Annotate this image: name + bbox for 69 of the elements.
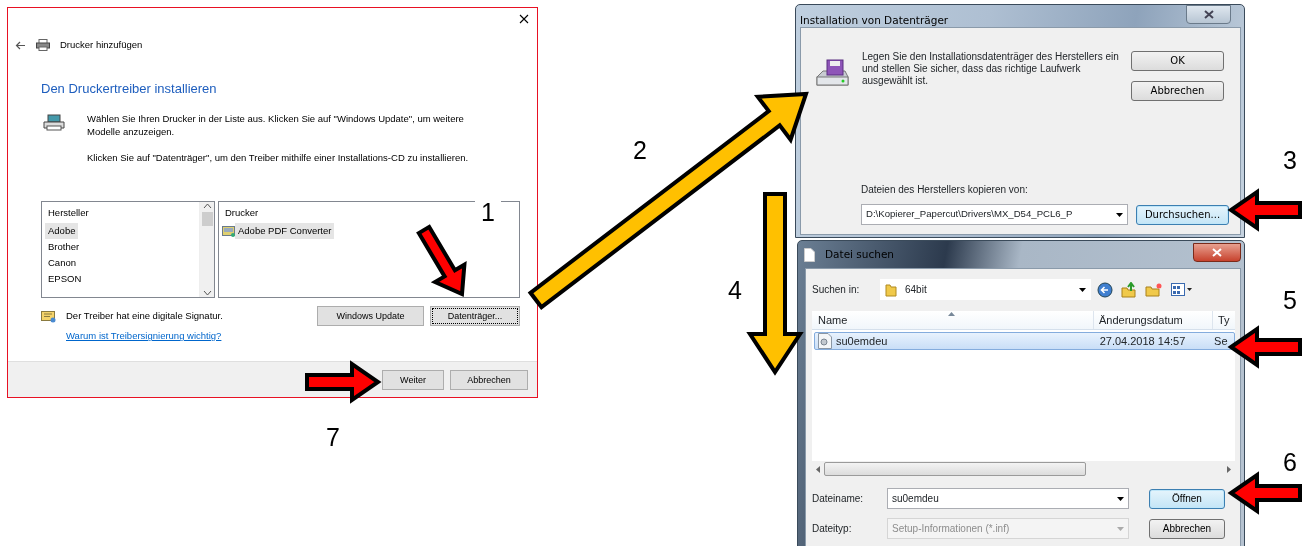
ok-button[interactable]: OK [1131, 51, 1224, 71]
folder-combo-box[interactable]: 64bit [880, 279, 1091, 300]
scroll-right-icon[interactable] [1227, 465, 1231, 473]
table-cell-text: Se [1214, 333, 1228, 349]
disk-button[interactable]: Datenträger... [430, 306, 520, 326]
help-link[interactable]: Warum ist Treibersignierung wichtig? [66, 329, 222, 344]
page-heading: Den Druckertreiber installieren [41, 80, 218, 98]
next-button[interactable]: Weiter [382, 369, 444, 390]
filename-combo-box[interactable]: su0emdeu [887, 488, 1129, 509]
name-column-header[interactable]: Name [812, 311, 1094, 329]
scroll-left-icon[interactable] [816, 465, 820, 473]
manufacturer-item[interactable]: Adobe [45, 223, 79, 239]
close-icon[interactable] [519, 14, 529, 24]
settings-file-icon [818, 333, 832, 349]
cancel-button[interactable]: Abbrechen [1131, 81, 1224, 101]
certificate-icon [41, 309, 56, 323]
column-header[interactable]: Ty [1213, 311, 1235, 329]
scroll-thumb[interactable] [201, 212, 213, 226]
field-label: Dateiname: [812, 492, 865, 506]
view-menu-icon[interactable] [1171, 282, 1193, 297]
cancel-button[interactable]: Abbrechen [1149, 518, 1225, 539]
field-label: Suchen in: [812, 283, 861, 297]
column-header: Hersteller [47, 206, 90, 220]
table-cell-text: su0emdeu [836, 333, 888, 349]
back-arrow-icon[interactable] [15, 40, 26, 50]
window-title: Datei suchen [825, 247, 895, 262]
browse-button[interactable]: Durchsuchen... [1136, 204, 1229, 225]
manufacturer-item[interactable]: EPSON [45, 271, 85, 287]
printer-item[interactable]: Adobe PDF Converter [235, 223, 335, 239]
close-button[interactable] [1193, 243, 1241, 262]
cancel-button[interactable]: Abbrechen [450, 369, 528, 390]
step-number: 2 [633, 136, 647, 164]
scrollbar[interactable] [199, 202, 214, 297]
certificate-icon [222, 225, 235, 237]
printer-icon [36, 39, 50, 51]
step-number: 5 [1283, 286, 1297, 314]
scroll-down-icon[interactable] [202, 289, 212, 297]
table-cell-text: 27.04.2018 14:57 [1099, 333, 1186, 349]
field-label: Dateien des Herstellers kopieren von: [861, 183, 1028, 197]
column-header[interactable]: Änderungsdatum [1094, 311, 1213, 329]
scroll-thumb[interactable] [824, 462, 1086, 476]
path-combo-box[interactable]: D:\Kopierer_Papercut\Drivers\MX_D54_PCL6_P [861, 204, 1128, 225]
step-number: 7 [326, 423, 340, 451]
column-header: Drucker [224, 206, 260, 220]
field-label: Dateityp: [812, 522, 853, 536]
step-number: 6 [1283, 448, 1297, 476]
disk-drive-icon [815, 59, 849, 89]
step-number: 4 [728, 276, 742, 304]
window-title: Installation von Datenträger [800, 13, 949, 28]
close-button[interactable] [1186, 5, 1231, 24]
close-icon [1212, 248, 1222, 257]
up-folder-icon[interactable] [1121, 281, 1137, 298]
scroll-up-icon[interactable] [202, 202, 212, 210]
sort-arrow-icon [948, 312, 955, 316]
close-icon [1203, 10, 1214, 19]
step-number: 3 [1283, 146, 1297, 174]
window-title: Drucker hinzufügen [60, 37, 143, 52]
manufacturer-item[interactable]: Canon [45, 255, 79, 271]
update-button[interactable]: Windows Update [317, 306, 424, 326]
file-row[interactable]: su0emdeu 27.04.2018 14:57 Se [814, 332, 1235, 350]
open-button[interactable]: Öffnen [1149, 488, 1225, 509]
message-text: Legen Sie den Installationsdatenträger des Herstellers ein und stellen Sie sicher, dass das richtige Laufwerk ausgewählt ist. [862, 51, 1120, 88]
instruction-text: Wählen Sie Ihren Drucker in der Liste aus. Klicken Sie auf "Windows Update", um weitere Modelle anzuzeigen. [87, 112, 465, 138]
printer-icon [43, 114, 65, 132]
back-icon[interactable] [1097, 281, 1113, 298]
new-folder-icon[interactable] [1145, 281, 1163, 298]
instruction-text: Klicken Sie auf "Datenträger", um den Treiber mithilfe einer Installations-CD zu installieren. [87, 151, 470, 164]
manufacturer-item[interactable]: Brother [45, 239, 83, 255]
signature-text: Der Treiber hat eine digitale Signatur. [66, 309, 223, 323]
